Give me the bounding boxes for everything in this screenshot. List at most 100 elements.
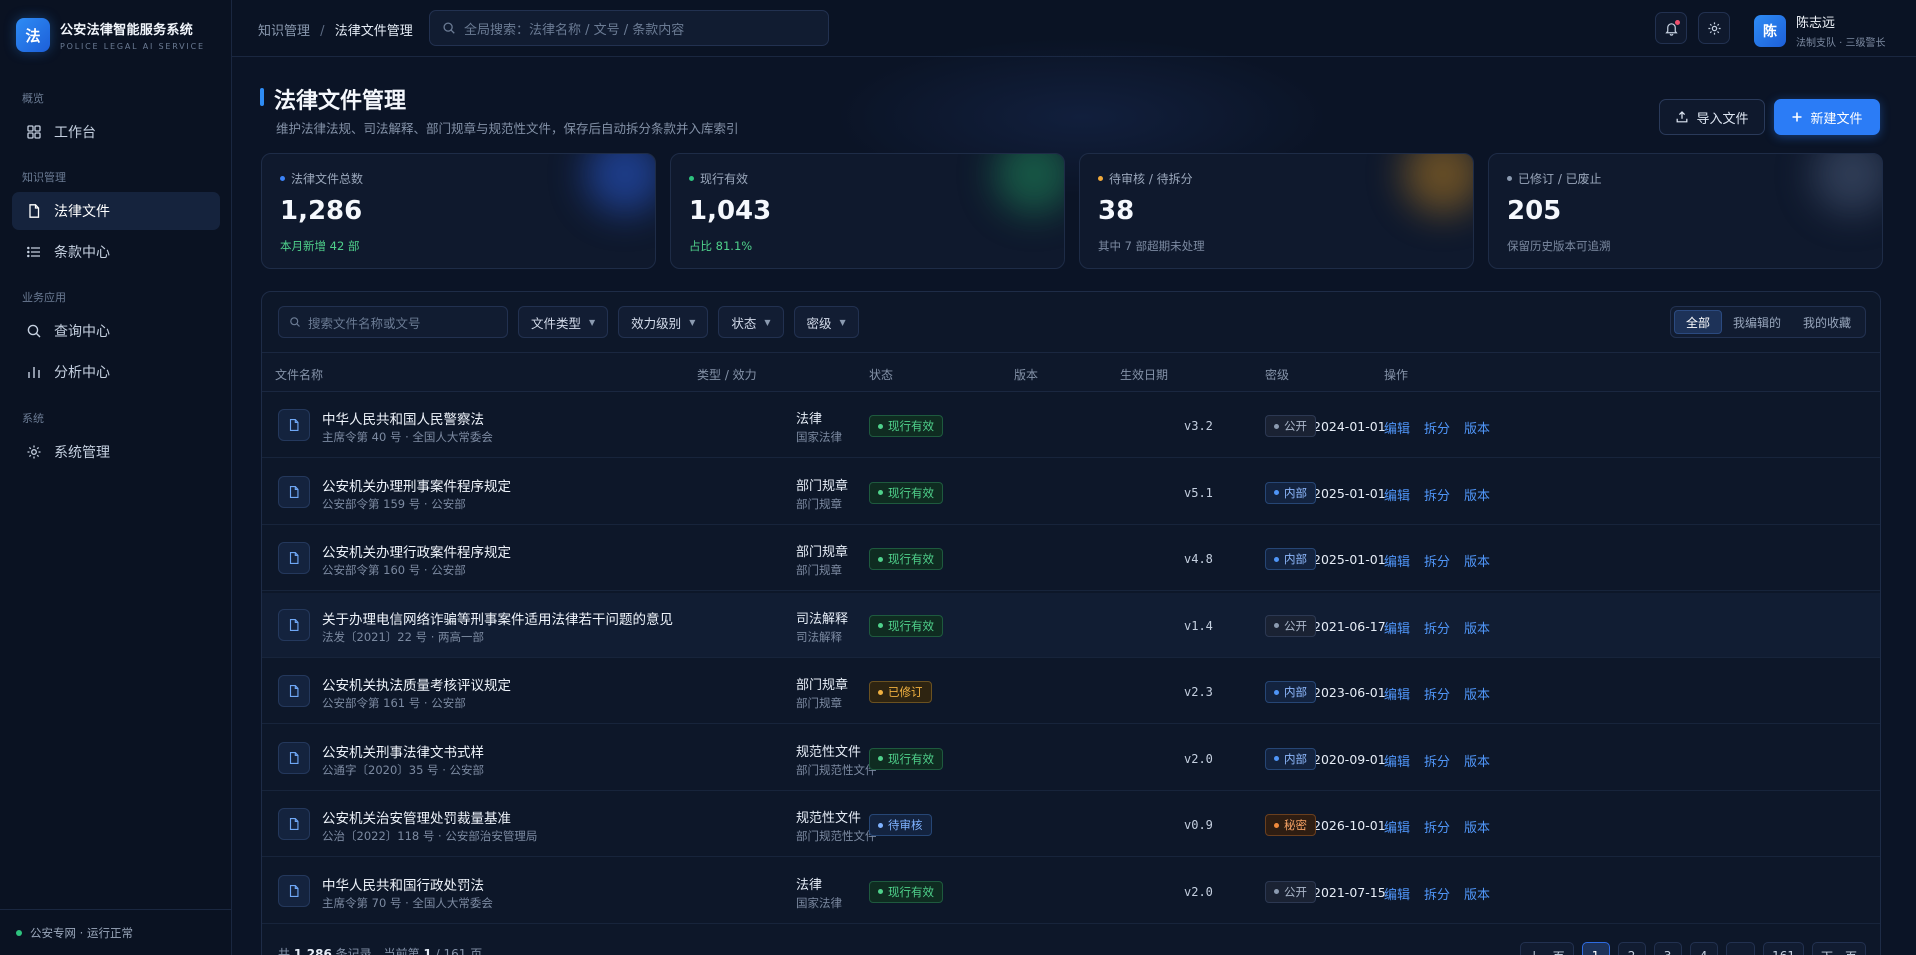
- row-actions: 编辑 拆分 版本: [1384, 817, 1504, 836]
- version: v2.3: [1184, 685, 1213, 699]
- nav-group-knowledge: 知识管理: [22, 171, 66, 184]
- nav-group-system: 系统: [22, 412, 44, 425]
- effective-date: 2023-06-01: [1313, 685, 1386, 700]
- table-row[interactable]: 中华人民共和国行政处罚法 主席令第 70 号 · 全国人大常委会 法律 国家法律…: [262, 859, 1880, 924]
- split-button[interactable]: 拆分: [1424, 684, 1450, 703]
- version-button[interactable]: 版本: [1464, 817, 1490, 836]
- prev-page-button[interactable]: 上一页: [1519, 942, 1574, 955]
- filter-status-dropdown[interactable]: 状态 ▼: [718, 306, 784, 338]
- page-button[interactable]: 4: [1689, 942, 1718, 955]
- file-search-input[interactable]: 搜索文件名称或文号: [278, 306, 508, 338]
- pagination-total: 1,286: [293, 947, 332, 955]
- sidebar-item-query[interactable]: 查询中心: [12, 312, 220, 350]
- split-button[interactable]: 拆分: [1424, 418, 1450, 437]
- version-button[interactable]: 版本: [1464, 884, 1490, 903]
- file-name[interactable]: 关于办理电信网络诈骗等刑事案件适用法律若干问题的意见: [322, 608, 673, 628]
- split-button[interactable]: 拆分: [1424, 485, 1450, 504]
- edit-button[interactable]: 编辑: [1384, 551, 1410, 570]
- sidebar-item-legal-files[interactable]: 法律文件: [12, 192, 220, 230]
- page-button[interactable]: 1: [1581, 942, 1610, 955]
- filter-power-dropdown[interactable]: 效力级别 ▼: [618, 306, 709, 338]
- pagination-prefix: 共: [278, 947, 291, 955]
- split-button[interactable]: 拆分: [1424, 884, 1450, 903]
- user-menu[interactable]: 陈 陈志远 法制支队 · 三级警长: [1754, 12, 1886, 49]
- column-header-name: 文件名称: [275, 368, 324, 382]
- breadcrumb-item-knowledge[interactable]: 知识管理: [258, 24, 310, 39]
- new-file-button[interactable]: 新建文件: [1774, 99, 1880, 135]
- version: v0.9: [1184, 818, 1213, 832]
- table-row[interactable]: 公安机关刑事法律文书式样 公通字〔2020〕35 号 · 公安部 规范性文件 部…: [262, 726, 1880, 791]
- file-type: 部门规章: [796, 545, 849, 560]
- split-button[interactable]: 拆分: [1424, 817, 1450, 836]
- edit-button[interactable]: 编辑: [1384, 884, 1410, 903]
- notification-button[interactable]: [1655, 12, 1687, 44]
- table-row[interactable]: 公安机关执法质量考核评议规定 公安部令第 161 号 · 公安部 部门规章 部门…: [262, 659, 1880, 724]
- sidebar-item-analysis[interactable]: 分析中心: [12, 353, 220, 391]
- settings-button[interactable]: [1698, 12, 1730, 44]
- file-name[interactable]: 中华人民共和国行政处罚法: [322, 874, 484, 894]
- page-subtitle: 维护法律法规、司法解释、部门规章与规范性文件，保存后自动拆分条款并入库索引: [276, 121, 739, 136]
- file-icon: [278, 608, 310, 641]
- edit-button[interactable]: 编辑: [1384, 684, 1410, 703]
- tab-my-edited[interactable]: 我编辑的: [1722, 310, 1792, 334]
- table-row[interactable]: 中华人民共和国人民警察法 主席令第 40 号 · 全国人大常委会 法律 国家法律…: [262, 393, 1880, 458]
- sidebar-item-workbench[interactable]: 工作台: [12, 113, 220, 151]
- row-actions: 编辑 拆分 版本: [1384, 418, 1504, 437]
- file-name[interactable]: 中华人民共和国人民警察法: [322, 408, 484, 428]
- pagination-suffix: / 161 页: [435, 947, 483, 955]
- table-row[interactable]: 公安机关办理行政案件程序规定 公安部令第 160 号 · 公安部 部门规章 部门…: [262, 526, 1880, 591]
- version-button[interactable]: 版本: [1464, 551, 1490, 570]
- file-name[interactable]: 公安机关执法质量考核评议规定: [322, 674, 511, 694]
- file-name[interactable]: 公安机关办理刑事案件程序规定: [322, 475, 511, 495]
- sidebar-item-system[interactable]: 系统管理: [12, 433, 220, 471]
- edit-button[interactable]: 编辑: [1384, 751, 1410, 770]
- edit-button[interactable]: 编辑: [1384, 418, 1410, 437]
- secrecy-dot-icon: [1274, 423, 1279, 429]
- split-button[interactable]: 拆分: [1424, 751, 1450, 770]
- table-row[interactable]: 公安机关治安管理处罚裁量基准 公治〔2022〕118 号 · 公安部治安管理局 …: [262, 792, 1880, 857]
- table-row[interactable]: 公安机关办理刑事案件程序规定 公安部令第 159 号 · 公安部 部门规章 部门…: [262, 460, 1880, 525]
- effective-date: 2025-01-01: [1313, 485, 1386, 501]
- edit-button[interactable]: 编辑: [1384, 485, 1410, 504]
- stat-foot: 其中 7 部超期未处理: [1098, 239, 1205, 253]
- version-button[interactable]: 版本: [1464, 485, 1490, 504]
- column-header-version: 版本: [1014, 368, 1039, 382]
- page-button[interactable]: ...: [1725, 942, 1756, 955]
- file-icon: [278, 874, 310, 907]
- version-button[interactable]: 版本: [1464, 418, 1490, 437]
- split-button[interactable]: 拆分: [1424, 551, 1450, 570]
- page-button[interactable]: 161: [1763, 942, 1804, 955]
- next-page-button[interactable]: 下一页: [1811, 942, 1866, 955]
- caret-down-icon: ▼: [839, 317, 846, 327]
- version-button[interactable]: 版本: [1464, 684, 1490, 703]
- stat-dot-icon: [1507, 176, 1512, 181]
- tab-all[interactable]: 全部: [1673, 310, 1722, 334]
- filter-secrecy-dropdown[interactable]: 密级 ▼: [793, 306, 859, 338]
- file-name[interactable]: 公安机关治安管理处罚裁量基准: [322, 807, 511, 827]
- edit-button[interactable]: 编辑: [1384, 618, 1410, 637]
- brand[interactable]: 法 公安法律智能服务系统 POLICE LEGAL AI SERVICE: [16, 18, 205, 52]
- search-icon: [442, 21, 456, 35]
- import-button[interactable]: 导入文件: [1659, 99, 1765, 135]
- sidebar-item-clauses[interactable]: 条款中心: [12, 233, 220, 271]
- file-name[interactable]: 公安机关刑事法律文书式样: [322, 741, 484, 761]
- global-search-input[interactable]: 全局搜索：法律名称 / 文号 / 条款内容: [429, 10, 829, 46]
- page-button[interactable]: 2: [1617, 942, 1646, 955]
- split-button[interactable]: 拆分: [1424, 618, 1450, 637]
- dropdown-label: 状态: [731, 315, 757, 331]
- version-button[interactable]: 版本: [1464, 751, 1490, 770]
- stat-dot-icon: [280, 176, 285, 181]
- file-type: 规范性文件: [796, 744, 862, 760]
- version-button[interactable]: 版本: [1464, 618, 1490, 637]
- table-row[interactable]: 关于办理电信网络诈骗等刑事案件适用法律若干问题的意见 法发〔2021〕22 号 …: [262, 592, 1880, 658]
- dropdown-label: 效力级别: [631, 315, 682, 331]
- version: v2.0: [1184, 884, 1213, 899]
- filter-type-dropdown[interactable]: 文件类型 ▼: [518, 306, 609, 338]
- stat-label: 已修订 / 已废止: [1518, 172, 1602, 186]
- column-header-date: 生效日期: [1120, 368, 1169, 382]
- file-name[interactable]: 公安机关办理行政案件程序规定: [322, 541, 511, 561]
- tab-my-favorites[interactable]: 我的收藏: [1792, 310, 1862, 334]
- file-meta: 公安部令第 160 号 · 公安部: [322, 563, 466, 577]
- edit-button[interactable]: 编辑: [1384, 817, 1410, 836]
- page-button[interactable]: 3: [1653, 942, 1682, 955]
